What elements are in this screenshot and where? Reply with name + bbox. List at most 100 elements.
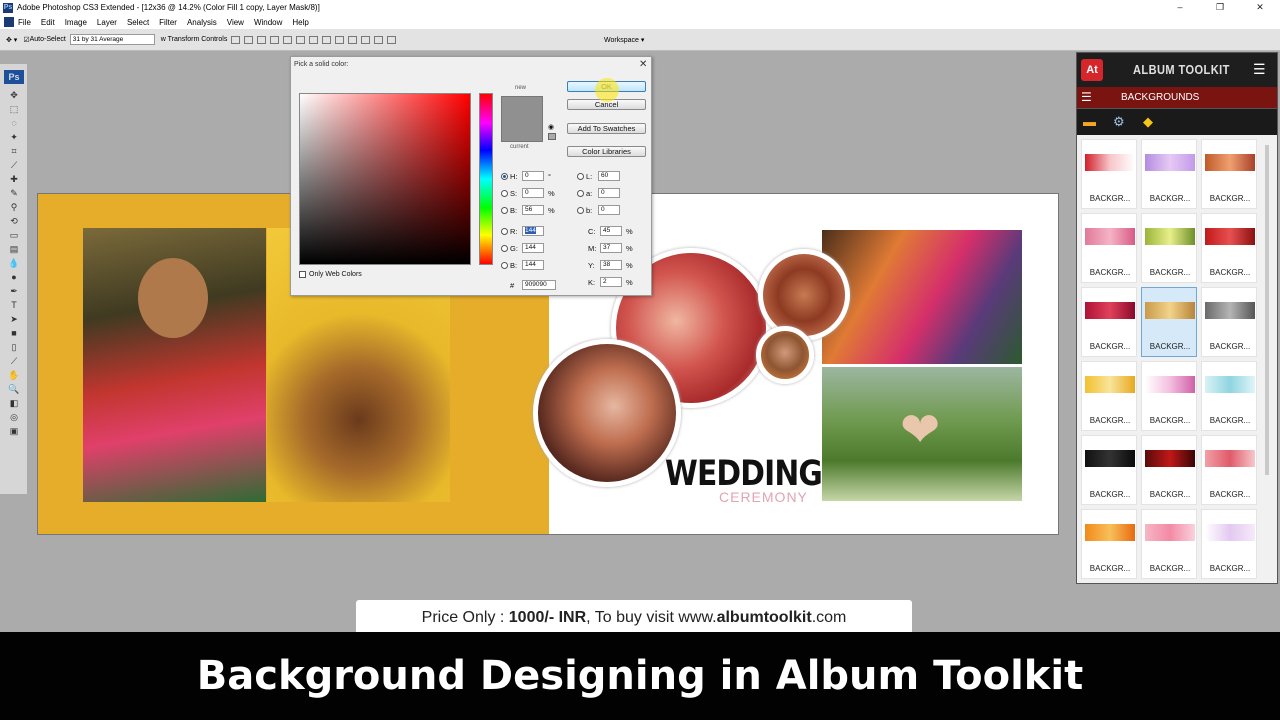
lab-b-input[interactable]: 0 [598,205,620,215]
gradient-tool-icon[interactable]: ▤ [8,244,20,254]
marquee-tool-icon[interactable]: ⬚ [8,104,20,114]
background-thumb[interactable]: BACKGR... [1201,139,1257,209]
lab-a-radio[interactable] [577,189,584,197]
background-thumb[interactable]: BACKGR... [1081,213,1137,283]
color-libraries-button[interactable]: Color Libraries [567,146,646,157]
menu-file[interactable]: File [18,18,31,27]
quick-mask-icon[interactable]: ◎ [8,412,20,422]
menu-select[interactable]: Select [127,18,149,27]
menu-view[interactable]: View [227,18,244,27]
background-thumb[interactable]: BACKGR... [1141,361,1197,431]
only-web-colors-checkbox[interactable] [299,271,306,278]
minimize-button[interactable]: – [1160,0,1200,15]
distribute-middle-icon[interactable] [322,35,332,44]
distribute-left-icon[interactable] [348,35,358,44]
transform-controls-label[interactable]: w Transform Controls [161,36,228,43]
restore-button[interactable]: ❐ [1200,0,1240,15]
path-selection-tool-icon[interactable]: ➤ [8,314,20,324]
move-tool-icon[interactable]: ✥ ▾ [6,36,17,44]
panel-menu-icon[interactable]: ☰ [1253,62,1266,76]
background-thumb-selected[interactable]: BACKGR... [1141,287,1197,357]
color-swatches-icon[interactable]: ◧ [8,398,20,408]
lab-l-radio[interactable] [577,172,584,180]
background-thumb[interactable]: BACKGR... [1141,509,1197,579]
menu-image[interactable]: Image [65,18,87,27]
background-thumb[interactable]: BACKGR... [1081,139,1137,209]
menu-help[interactable]: Help [292,18,308,27]
background-thumb[interactable]: BACKGR... [1201,287,1257,357]
distribute-top-icon[interactable] [309,35,319,44]
section-header[interactable]: ☰ BACKGROUNDS [1077,87,1277,109]
settings-gear-icon[interactable]: ⚙ [1113,114,1125,130]
menu-edit[interactable]: Edit [41,18,55,27]
slice-tool-icon[interactable]: ⟋ [8,160,20,170]
menu-filter[interactable]: Filter [159,18,177,27]
clone-stamp-tool-icon[interactable]: ⚲ [8,202,20,212]
background-thumb[interactable]: BACKGR... [1201,361,1257,431]
brightness-input[interactable]: 56 [522,205,544,215]
background-thumb[interactable]: BACKGR... [1141,139,1197,209]
green-input[interactable]: 144 [522,243,544,253]
background-thumb[interactable]: BACKGR... [1081,361,1137,431]
distribute-right-icon[interactable] [374,35,384,44]
saturation-input[interactable]: 0 [522,188,544,198]
blur-tool-icon[interactable]: 💧 [8,258,20,268]
background-thumb[interactable]: BACKGR... [1201,509,1257,579]
web-safe-warning-icon[interactable] [548,133,556,140]
hex-input[interactable]: 909090 [522,280,556,290]
saturation-radio[interactable] [501,189,508,197]
close-button[interactable]: ✕ [1240,0,1280,15]
healing-brush-tool-icon[interactable]: ✚ [8,174,20,184]
section-menu-icon[interactable]: ☰ [1081,90,1092,104]
crop-tool-icon[interactable]: ⌗ [8,146,20,156]
align-top-icon[interactable] [231,35,241,44]
align-center-icon[interactable] [283,35,293,44]
magic-wand-tool-icon[interactable]: ✦ [8,132,20,142]
eyedropper-tool-icon[interactable]: ⟋ [8,356,20,366]
photoshop-menu-icon[interactable] [4,17,14,27]
pen-tool-icon[interactable]: ✒ [8,286,20,296]
hue-slider[interactable] [479,93,493,265]
lab-a-input[interactable]: 0 [598,188,620,198]
brush-tool-icon[interactable]: ✎ [8,188,20,198]
notes-tool-icon[interactable]: ▯ [8,342,20,352]
paint-bucket-icon[interactable]: ◆ [1143,114,1153,130]
type-tool-icon[interactable]: T [8,300,20,310]
green-radio[interactable] [501,244,508,252]
workspace-menu[interactable]: Workspace ▾ [604,36,644,44]
lab-l-input[interactable]: 60 [598,171,620,181]
red-input[interactable]: 144 [522,226,544,236]
magenta-input[interactable]: 37 [600,243,622,253]
background-thumb[interactable]: BACKGR... [1081,509,1137,579]
background-thumb[interactable]: BACKGR... [1141,213,1197,283]
sample-size-select[interactable]: 31 by 31 Average [69,34,155,45]
folder-icon[interactable]: ▬ [1083,114,1096,129]
auto-align-icon[interactable] [387,35,397,44]
align-middle-icon[interactable] [244,35,254,44]
dodge-tool-icon[interactable]: ● [8,272,20,282]
add-to-swatches-button[interactable]: Add To Swatches [567,123,646,134]
distribute-bottom-icon[interactable] [335,35,345,44]
panel-scrollbar[interactable] [1265,145,1269,475]
zoom-tool-icon[interactable]: 🔍 [8,384,20,394]
red-radio[interactable] [501,227,508,235]
background-thumb[interactable]: BACKGR... [1201,213,1257,283]
hue-input[interactable]: 0 [522,171,544,181]
brightness-radio[interactable] [501,206,508,214]
lasso-tool-icon[interactable]: ◌ [8,118,20,128]
background-thumb[interactable]: BACKGR... [1081,287,1137,357]
hue-radio[interactable] [501,172,508,180]
menu-analysis[interactable]: Analysis [187,18,217,27]
menu-layer[interactable]: Layer [97,18,117,27]
history-brush-tool-icon[interactable]: ⟲ [8,216,20,226]
yellow-input[interactable]: 38 [600,260,622,270]
blue-input[interactable]: 144 [522,260,544,270]
shape-tool-icon[interactable]: ■ [8,328,20,338]
align-bottom-icon[interactable] [257,35,267,44]
cyan-input[interactable]: 45 [600,226,622,236]
align-left-icon[interactable] [270,35,280,44]
hand-tool-icon[interactable]: ✋ [8,370,20,380]
dialog-close-icon[interactable]: ✕ [639,59,647,70]
background-thumb[interactable]: BACKGR... [1201,435,1257,505]
screen-mode-icon[interactable]: ▣ [8,426,20,436]
